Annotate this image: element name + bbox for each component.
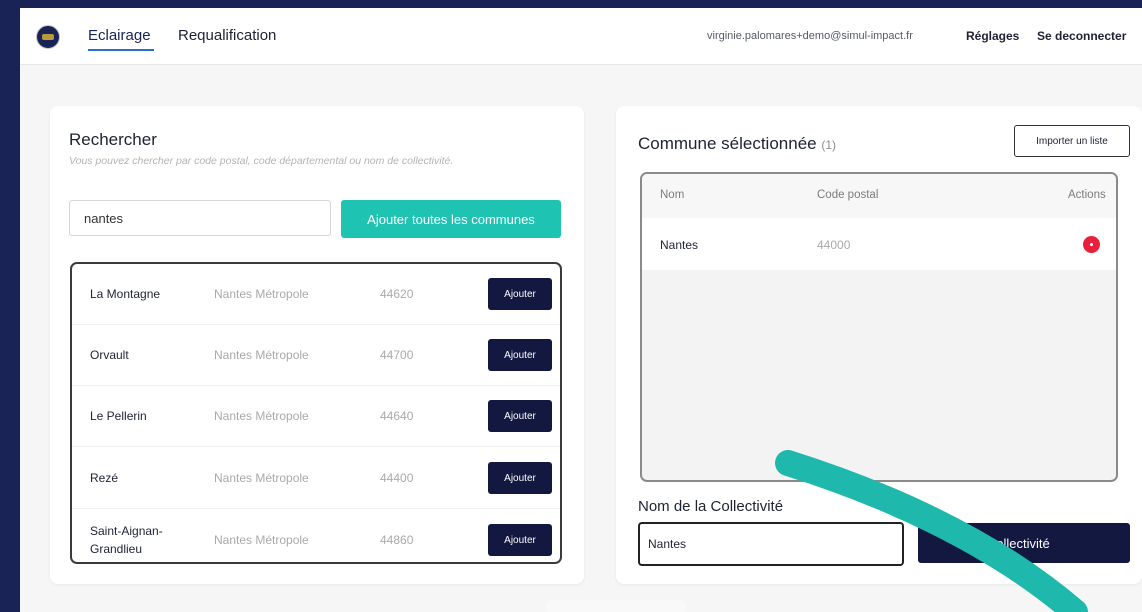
annotation-arrow bbox=[775, 450, 1088, 612]
